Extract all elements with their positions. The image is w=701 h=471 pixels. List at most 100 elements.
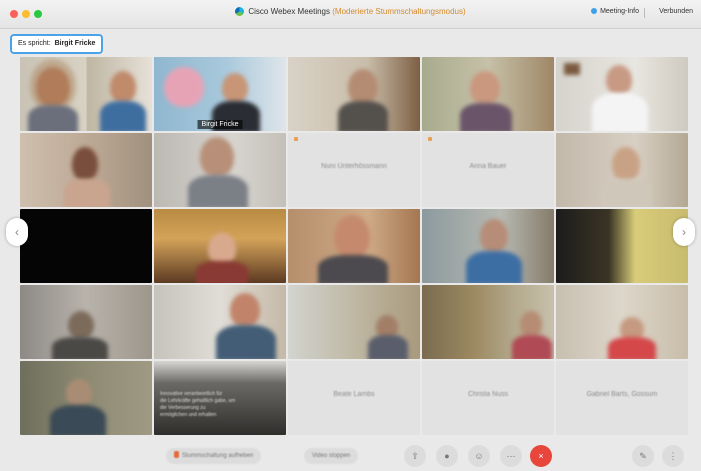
unmute-label: Stummschaltung aufheben xyxy=(182,453,254,459)
video-tile[interactable] xyxy=(556,57,688,131)
video-background xyxy=(288,133,420,207)
video-tile[interactable] xyxy=(422,209,554,283)
video-tile[interactable] xyxy=(556,133,688,207)
participant-body xyxy=(100,101,146,131)
video-tile[interactable] xyxy=(154,209,286,283)
video-tile-no-video[interactable]: Anna Bauer xyxy=(422,133,554,207)
video-tile[interactable] xyxy=(422,57,554,131)
video-tile[interactable] xyxy=(288,285,420,359)
more-options-icon[interactable]: ⋯ xyxy=(500,445,522,467)
video-tile[interactable] xyxy=(288,209,420,283)
participant-hair xyxy=(30,59,76,111)
participant-name: Gabriel Barts, Gossum xyxy=(586,391,658,398)
participant-head xyxy=(470,71,500,105)
participant-name: Beate Lambs xyxy=(333,391,375,398)
chat-line: Innovative verantwortlich für xyxy=(160,391,223,397)
video-grid: Birgit Fricke Nuni Unterhössmann Anna Ba xyxy=(20,57,688,438)
participant-head xyxy=(520,311,542,337)
participant-body xyxy=(28,105,78,131)
chat-line: ermöglichen und erhalten xyxy=(160,412,217,418)
video-background xyxy=(556,361,688,435)
participant-body xyxy=(592,93,648,131)
video-background xyxy=(422,361,554,435)
participant-name: Nuni Unterhössmann xyxy=(321,163,387,170)
video-tile-no-video[interactable]: Beate Lambs xyxy=(288,361,420,435)
record-icon[interactable]: ● xyxy=(436,445,458,467)
chat-icon[interactable]: ✎ xyxy=(632,445,654,467)
participant-head xyxy=(110,71,136,103)
video-background xyxy=(556,209,688,283)
video-background xyxy=(20,209,152,283)
video-tile[interactable] xyxy=(288,57,420,131)
participant-body xyxy=(600,179,652,207)
connection-status: Verbunden xyxy=(659,8,693,15)
end-meeting-button[interactable]: × xyxy=(530,445,552,467)
video-tile[interactable] xyxy=(154,285,286,359)
video-tile[interactable] xyxy=(20,133,152,207)
participant-head xyxy=(200,137,234,177)
video-background xyxy=(288,361,420,435)
participant-name-caption: Birgit Fricke xyxy=(197,120,243,129)
meeting-toolbar: Stummschaltung aufheben Video stoppen ⇧ … xyxy=(0,440,701,471)
video-background xyxy=(422,133,554,207)
participant-head xyxy=(480,219,508,253)
video-tile-dark[interactable] xyxy=(20,209,152,283)
mute-mode-label: (Moderierte Stummschaltungsmodus) xyxy=(332,7,466,16)
video-tile[interactable] xyxy=(20,57,152,131)
participant-name: Christa Nuss xyxy=(467,391,509,398)
wall-picture xyxy=(564,63,580,75)
speaker-label: Es spricht: xyxy=(18,40,51,47)
video-tile[interactable] xyxy=(20,361,152,435)
participant-body xyxy=(512,335,552,359)
participant-body xyxy=(460,103,512,131)
previous-page-button[interactable]: ‹ xyxy=(6,218,28,246)
video-tile-no-video[interactable]: Nuni Unterhössmann xyxy=(288,133,420,207)
participant-body xyxy=(368,335,408,359)
audio-indicator-icon xyxy=(294,137,298,141)
stop-video-button[interactable]: Video stoppen xyxy=(304,448,359,464)
meeting-info-label: Meeting-Info xyxy=(600,8,639,15)
microphone-muted-icon xyxy=(174,451,179,458)
participant-body xyxy=(318,255,388,283)
participant-head xyxy=(66,379,92,407)
share-icon[interactable]: ⇧ xyxy=(404,445,426,467)
video-tile-no-video[interactable]: Gabriel Barts, Gossum xyxy=(556,361,688,435)
participant-body xyxy=(52,337,108,359)
video-tile-active-speaker[interactable]: Birgit Fricke xyxy=(154,57,286,131)
video-tile-chat-overlay[interactable]: Innovative verantwortlich für die Lehrkr… xyxy=(154,361,286,435)
video-tile-no-video[interactable]: Christa Nuss xyxy=(422,361,554,435)
participant-head xyxy=(606,65,632,95)
participant-head xyxy=(222,73,248,103)
participant-head xyxy=(68,311,94,339)
participant-body xyxy=(216,325,276,359)
participant-body xyxy=(196,261,248,283)
participant-body xyxy=(188,175,248,207)
participants-icon[interactable]: ☺ xyxy=(468,445,490,467)
video-tile[interactable] xyxy=(556,209,688,283)
meeting-info-button[interactable]: Meeting-Info xyxy=(591,8,639,15)
panel-options-icon[interactable]: ⋮ xyxy=(662,445,684,467)
divider xyxy=(644,8,645,18)
participant-head xyxy=(334,215,370,259)
video-tile[interactable] xyxy=(20,285,152,359)
chat-overlay: Innovative verantwortlich für die Lehrkr… xyxy=(160,391,280,419)
video-tile[interactable] xyxy=(556,285,688,359)
poster-graphic xyxy=(164,67,204,107)
participant-body xyxy=(608,337,656,359)
participant-head xyxy=(230,293,260,327)
info-dot-icon xyxy=(591,8,598,14)
participant-head xyxy=(348,69,378,105)
participant-head xyxy=(72,147,98,181)
audio-indicator-icon xyxy=(428,137,432,141)
video-tile[interactable] xyxy=(154,133,286,207)
next-page-button[interactable]: › xyxy=(673,218,695,246)
participant-head xyxy=(612,147,640,181)
active-speaker-indicator: Es spricht: Birgit Fricke xyxy=(10,34,104,54)
unmute-button[interactable]: Stummschaltung aufheben xyxy=(166,448,262,464)
participant-body xyxy=(50,405,106,435)
window-titlebar: Cisco Webex Meetings (Moderierte Stummsc… xyxy=(0,0,701,29)
chat-line: die Verbesserung zu xyxy=(160,405,206,411)
app-title: Cisco Webex Meetings xyxy=(248,7,331,16)
video-tile[interactable] xyxy=(422,285,554,359)
participant-body xyxy=(466,251,522,283)
